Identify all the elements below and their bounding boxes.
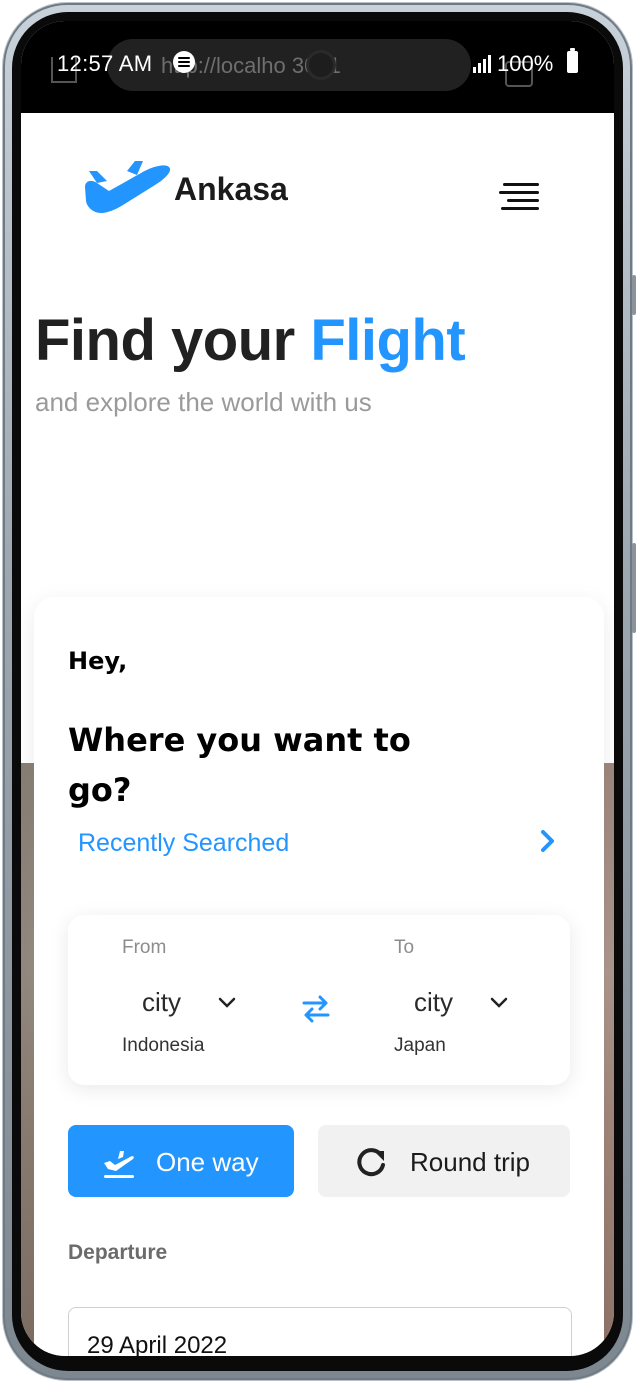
chevron-down-icon[interactable] bbox=[488, 991, 510, 1013]
search-card: Hey, Where you want to go? Recently Sear… bbox=[34, 597, 604, 1356]
from-label: From bbox=[122, 937, 167, 958]
power-button bbox=[632, 543, 636, 633]
refresh-icon bbox=[357, 1148, 385, 1177]
hero-title-accent: Flight bbox=[310, 308, 466, 373]
chevron-down-icon[interactable] bbox=[216, 991, 238, 1013]
brand-name[interactable]: Ankasa bbox=[174, 171, 288, 208]
chevron-right-icon[interactable] bbox=[534, 827, 562, 855]
round-trip-label: Round trip bbox=[410, 1147, 530, 1177]
app-header: Ankasa bbox=[21, 113, 614, 273]
phone-frame: http://localho 3001 12:57 AM 100% Ankasa… bbox=[3, 3, 636, 1380]
one-way-label: One way bbox=[156, 1147, 259, 1177]
spotify-icon bbox=[173, 51, 195, 73]
volume-button bbox=[632, 275, 636, 315]
phone-bezel: http://localho 3001 12:57 AM 100% Ankasa… bbox=[12, 12, 623, 1371]
hamburger-icon[interactable] bbox=[499, 179, 541, 213]
signal-icon bbox=[473, 55, 493, 73]
status-time: 12:57 AM bbox=[57, 51, 153, 76]
card-question: Where you want to go? bbox=[68, 721, 411, 809]
hero-subtitle: and explore the world with us bbox=[35, 387, 372, 417]
card-greeting: Hey, bbox=[68, 647, 128, 675]
front-camera bbox=[309, 53, 333, 77]
to-country: Japan bbox=[394, 1035, 446, 1056]
plane-takeoff-icon bbox=[104, 1151, 134, 1178]
hero-title-prefix: Find your bbox=[35, 308, 311, 373]
to-city-select[interactable]: city bbox=[414, 987, 453, 1018]
from-city-select[interactable]: city bbox=[142, 987, 181, 1018]
status-bar: http://localho 3001 12:57 AM 100% bbox=[21, 21, 614, 113]
swap-arrows-icon[interactable] bbox=[298, 991, 334, 1027]
battery-percent: 100% bbox=[497, 51, 554, 76]
battery-icon bbox=[567, 48, 578, 73]
hero-title: Find your Flight bbox=[35, 307, 466, 374]
screen: http://localho 3001 12:57 AM 100% Ankasa… bbox=[21, 21, 614, 1356]
route-selector: From city Indonesia To city Japan bbox=[68, 915, 570, 1085]
recently-searched-link[interactable]: Recently Searched bbox=[78, 829, 289, 858]
departure-label: Departure bbox=[68, 1241, 168, 1264]
departure-date-input[interactable]: 29 April 2022 bbox=[68, 1307, 572, 1356]
departure-date-value: 29 April 2022 bbox=[87, 1332, 228, 1356]
round-trip-button[interactable]: Round trip bbox=[318, 1125, 570, 1197]
one-way-button[interactable]: One way bbox=[68, 1125, 294, 1197]
from-country: Indonesia bbox=[122, 1035, 205, 1056]
to-label: To bbox=[394, 937, 415, 958]
plane-logo-icon[interactable] bbox=[83, 157, 173, 217]
